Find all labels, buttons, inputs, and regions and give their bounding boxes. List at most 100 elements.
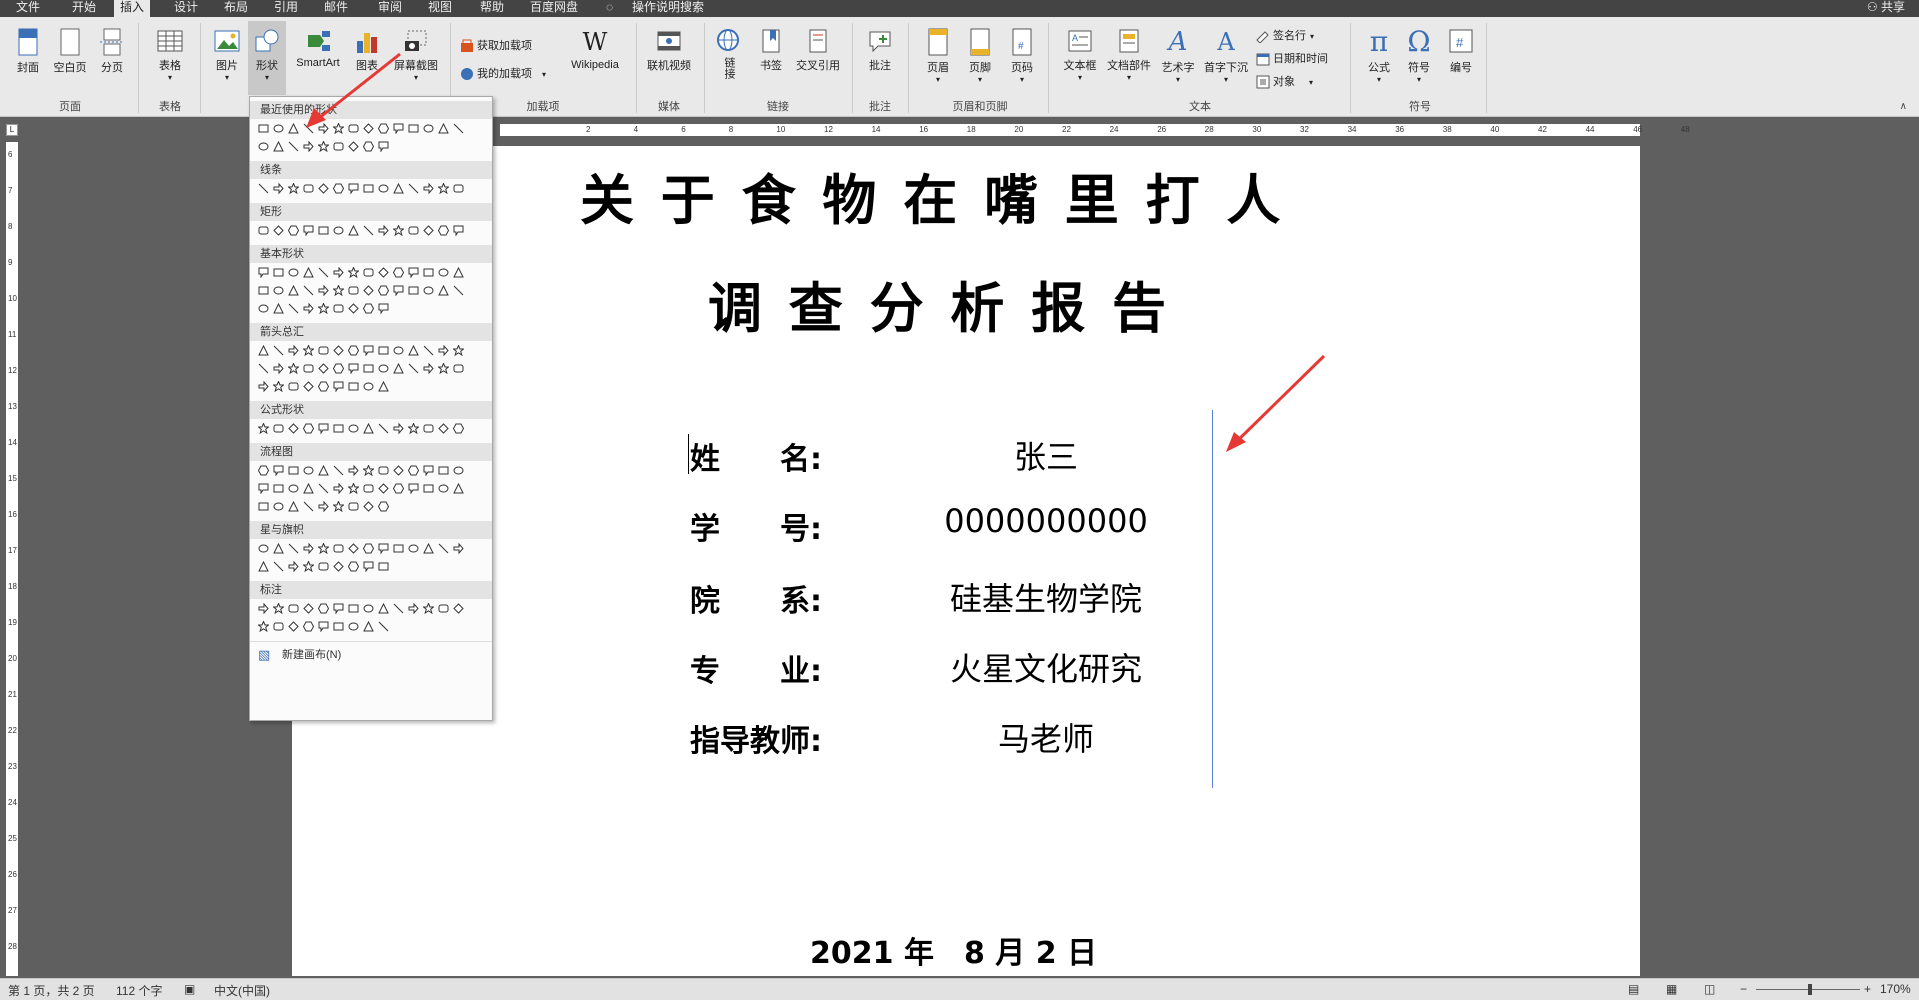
round-shape-icon[interactable] bbox=[408, 225, 419, 236]
round-shape-icon[interactable] bbox=[288, 381, 299, 392]
star-shape-icon[interactable] bbox=[318, 543, 329, 554]
bookmark-button[interactable]: 书签 bbox=[754, 27, 788, 73]
line-shape-icon[interactable] bbox=[288, 543, 299, 554]
line-shape-icon[interactable] bbox=[378, 621, 389, 632]
tri-shape-icon[interactable] bbox=[273, 543, 284, 554]
object-button[interactable]: 对象 ▾ bbox=[1256, 73, 1313, 89]
callout-shape-icon[interactable] bbox=[378, 303, 389, 314]
arrow-shape-icon[interactable] bbox=[408, 603, 419, 614]
oval-shape-icon[interactable] bbox=[378, 363, 389, 374]
round-shape-icon[interactable] bbox=[318, 345, 329, 356]
rect-shape-icon[interactable] bbox=[273, 483, 284, 494]
callout-shape-icon[interactable] bbox=[348, 363, 359, 374]
textbox-button[interactable]: A 文本框 ▾ bbox=[1060, 27, 1100, 82]
tab-file[interactable]: 文件 bbox=[10, 0, 46, 17]
date-time-button[interactable]: 日期和时间 bbox=[1256, 50, 1328, 66]
arrow-shape-icon[interactable] bbox=[303, 141, 314, 152]
arrow-shape-icon[interactable] bbox=[258, 381, 269, 392]
diamond-shape-icon[interactable] bbox=[423, 225, 434, 236]
line-shape-icon[interactable] bbox=[303, 285, 314, 296]
line-shape-icon[interactable] bbox=[273, 561, 284, 572]
tri-shape-icon[interactable] bbox=[363, 621, 374, 632]
tri-shape-icon[interactable] bbox=[258, 561, 269, 572]
rect-shape-icon[interactable] bbox=[258, 123, 269, 134]
rect-shape-icon[interactable] bbox=[258, 285, 269, 296]
star-shape-icon[interactable] bbox=[348, 267, 359, 278]
line-shape-icon[interactable] bbox=[258, 363, 269, 374]
arrow-shape-icon[interactable] bbox=[318, 501, 329, 512]
arrow-shape-icon[interactable] bbox=[333, 483, 344, 494]
diamond-shape-icon[interactable] bbox=[453, 603, 464, 614]
tab-layout[interactable]: 布局 bbox=[218, 0, 254, 17]
oval-shape-icon[interactable] bbox=[438, 267, 449, 278]
star-shape-icon[interactable] bbox=[453, 345, 464, 356]
tri-shape-icon[interactable] bbox=[423, 543, 434, 554]
tri-shape-icon[interactable] bbox=[288, 123, 299, 134]
tri-shape-icon[interactable] bbox=[453, 483, 464, 494]
proofing-icon[interactable]: ▣ bbox=[184, 982, 195, 996]
callout-shape-icon[interactable] bbox=[378, 543, 389, 554]
star-shape-icon[interactable] bbox=[288, 183, 299, 194]
oval-shape-icon[interactable] bbox=[393, 345, 404, 356]
callout-shape-icon[interactable] bbox=[258, 483, 269, 494]
star-shape-icon[interactable] bbox=[288, 363, 299, 374]
signature-line-button[interactable]: 签名行 ▾ bbox=[1256, 27, 1314, 44]
rect-shape-icon[interactable] bbox=[318, 225, 329, 236]
wikipedia-button[interactable]: W Wikipedia bbox=[562, 27, 628, 71]
arrow-shape-icon[interactable] bbox=[438, 345, 449, 356]
diamond-shape-icon[interactable] bbox=[318, 183, 329, 194]
blank-page-button[interactable]: 空白页 bbox=[50, 27, 90, 75]
arrow-shape-icon[interactable] bbox=[378, 225, 389, 236]
tab-mailings[interactable]: 邮件 bbox=[318, 0, 354, 17]
tri-shape-icon[interactable] bbox=[408, 345, 419, 356]
online-video-button[interactable]: 联机视频 bbox=[642, 27, 696, 73]
tri-shape-icon[interactable] bbox=[363, 423, 374, 434]
tri-shape-icon[interactable] bbox=[288, 501, 299, 512]
oval-shape-icon[interactable] bbox=[408, 543, 419, 554]
star-shape-icon[interactable] bbox=[363, 465, 374, 476]
hex-shape-icon[interactable] bbox=[408, 465, 419, 476]
hex-shape-icon[interactable] bbox=[378, 285, 389, 296]
round-shape-icon[interactable] bbox=[333, 543, 344, 554]
my-addins-button[interactable]: 我的加载项 ▾ bbox=[460, 65, 546, 81]
rect-shape-icon[interactable] bbox=[273, 267, 284, 278]
star-shape-icon[interactable] bbox=[333, 123, 344, 134]
round-shape-icon[interactable] bbox=[348, 123, 359, 134]
callout-shape-icon[interactable] bbox=[453, 225, 464, 236]
rect-shape-icon[interactable] bbox=[393, 543, 404, 554]
round-shape-icon[interactable] bbox=[348, 501, 359, 512]
symbol-button[interactable]: Ω 符号 ▾ bbox=[1402, 27, 1436, 85]
link-button[interactable]: 链接 bbox=[712, 27, 746, 82]
round-shape-icon[interactable] bbox=[438, 603, 449, 614]
diamond-shape-icon[interactable] bbox=[318, 363, 329, 374]
tri-shape-icon[interactable] bbox=[438, 123, 449, 134]
hex-shape-icon[interactable] bbox=[363, 543, 374, 554]
tri-shape-icon[interactable] bbox=[438, 285, 449, 296]
diamond-shape-icon[interactable] bbox=[378, 483, 389, 494]
arrow-shape-icon[interactable] bbox=[273, 183, 284, 194]
line-shape-icon[interactable] bbox=[288, 303, 299, 314]
line-shape-icon[interactable] bbox=[378, 423, 389, 434]
callout-shape-icon[interactable] bbox=[393, 285, 404, 296]
collapse-ribbon-icon[interactable]: ∧ bbox=[1900, 101, 1907, 112]
numbering-button[interactable]: # 编号 bbox=[1444, 27, 1478, 75]
rect-shape-icon[interactable] bbox=[438, 465, 449, 476]
web-layout-icon[interactable]: ◫ bbox=[1704, 982, 1715, 996]
round-shape-icon[interactable] bbox=[333, 303, 344, 314]
callout-shape-icon[interactable] bbox=[408, 483, 419, 494]
rect-shape-icon[interactable] bbox=[333, 621, 344, 632]
callout-shape-icon[interactable] bbox=[363, 561, 374, 572]
diamond-shape-icon[interactable] bbox=[363, 285, 374, 296]
oval-shape-icon[interactable] bbox=[303, 465, 314, 476]
vertical-blue-line[interactable] bbox=[1212, 410, 1213, 788]
tab-home[interactable]: 开始 bbox=[66, 0, 102, 17]
quick-parts-button[interactable]: 文档部件 ▾ bbox=[1104, 27, 1154, 82]
round-shape-icon[interactable] bbox=[453, 183, 464, 194]
table-button[interactable]: 表格 ▾ bbox=[150, 27, 190, 82]
screenshot-button[interactable]: 屏幕截图 ▾ bbox=[388, 27, 444, 82]
arrow-shape-icon[interactable] bbox=[348, 465, 359, 476]
oval-shape-icon[interactable] bbox=[273, 501, 284, 512]
rect-shape-icon[interactable] bbox=[288, 465, 299, 476]
round-shape-icon[interactable] bbox=[363, 483, 374, 494]
callout-shape-icon[interactable] bbox=[348, 183, 359, 194]
